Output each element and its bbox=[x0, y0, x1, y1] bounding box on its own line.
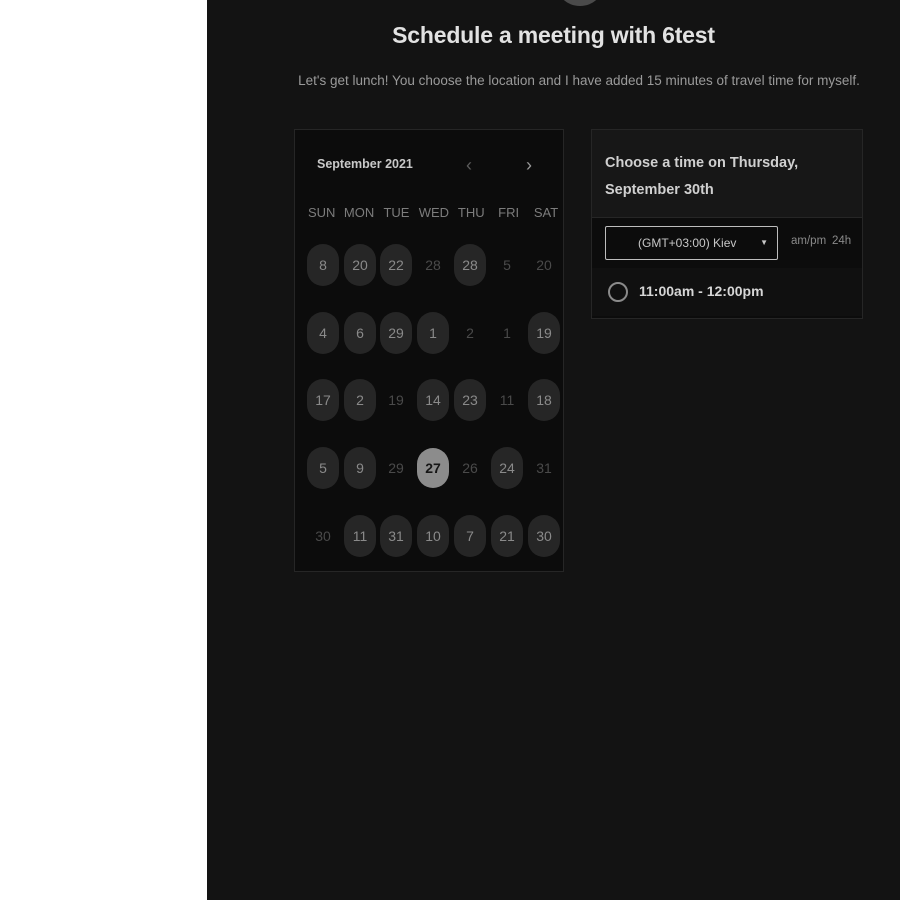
calendar-day-unavailable: 31 bbox=[536, 460, 552, 476]
calendar-day-available[interactable]: 7 bbox=[454, 515, 486, 557]
radio-circle-icon[interactable] bbox=[608, 282, 628, 302]
calendar-week-row: 8 20 22 28 28 5 20 bbox=[307, 244, 569, 286]
calendar-day-unavailable: 1 bbox=[503, 325, 511, 341]
page: Schedule a meeting with 6test Let's get … bbox=[0, 0, 900, 900]
calendar-day-available[interactable]: 22 bbox=[380, 244, 412, 286]
timezone-select[interactable]: (GMT+03:00) Kiev ▼ bbox=[605, 226, 778, 260]
avatar bbox=[555, 0, 605, 6]
calendar-day-unavailable: 11 bbox=[499, 392, 515, 408]
calendar-day-available[interactable]: 30 bbox=[528, 515, 560, 557]
calendar-day-available[interactable]: 8 bbox=[307, 244, 339, 286]
prev-month-button[interactable]: ‹ bbox=[459, 154, 479, 176]
calendar-day-available[interactable]: 23 bbox=[454, 379, 486, 421]
caret-down-icon: ▼ bbox=[760, 238, 768, 247]
calendar-day-unavailable: 30 bbox=[315, 528, 331, 544]
page-title: Schedule a meeting with 6test bbox=[392, 22, 715, 48]
weekday-sun: SUN bbox=[307, 205, 336, 220]
calendar-day-available[interactable]: 18 bbox=[528, 379, 560, 421]
calendar-day-available[interactable]: 14 bbox=[417, 379, 449, 421]
calendar-day-unavailable: 20 bbox=[536, 257, 552, 273]
weekday-sat: SAT bbox=[533, 205, 559, 220]
calendar-day-unavailable: 5 bbox=[503, 257, 511, 273]
timezone-value: (GMT+03:00) Kiev bbox=[638, 236, 737, 250]
calendar-day-available[interactable]: 9 bbox=[344, 447, 376, 489]
calendar-day-available[interactable]: 20 bbox=[344, 244, 376, 286]
calendar-day-available[interactable]: 6 bbox=[344, 312, 376, 354]
weekday-fri: FRI bbox=[498, 205, 520, 220]
weekday-thu: THU bbox=[457, 205, 485, 220]
weekday-mon: MON bbox=[343, 205, 375, 220]
blank-left-area bbox=[0, 0, 207, 900]
time-picker-card: Choose a time on Thursday, September 30t… bbox=[591, 129, 863, 319]
calendar-day-available[interactable]: 17 bbox=[307, 379, 339, 421]
event-description: Let's get lunch! You choose the location… bbox=[298, 73, 860, 88]
weekday-header: SUN MON TUE WED THU FRI SAT bbox=[303, 205, 565, 220]
calendar-month-label: September 2021 bbox=[317, 157, 413, 171]
calendar-week-row: 4 6 29 1 2 1 19 bbox=[307, 312, 569, 354]
calendar-day-available[interactable]: 1 bbox=[417, 312, 449, 354]
next-month-button[interactable]: › bbox=[519, 154, 539, 176]
calendar-day-available[interactable]: 28 bbox=[454, 244, 486, 286]
time-slot-option[interactable]: 11:00am - 12:00pm bbox=[592, 268, 862, 316]
format-24h-toggle[interactable]: 24h bbox=[832, 235, 851, 247]
time-picker-header: Choose a time on Thursday, September 30t… bbox=[592, 130, 862, 218]
calendar-day-available[interactable]: 31 bbox=[380, 515, 412, 557]
calendar-day-available[interactable]: 4 bbox=[307, 312, 339, 354]
format-ampm-toggle[interactable]: am/pm bbox=[791, 235, 826, 247]
scheduler-panel: Schedule a meeting with 6test Let's get … bbox=[207, 0, 900, 900]
calendar-day-unavailable: 29 bbox=[388, 460, 404, 476]
calendar-day-available[interactable]: 19 bbox=[528, 312, 560, 354]
calendar-day-unavailable: 2 bbox=[466, 325, 474, 341]
calendar-day-unavailable: 26 bbox=[462, 460, 478, 476]
time-slot-label: 11:00am - 12:00pm bbox=[639, 283, 764, 299]
date-picker-calendar: September 2021 ‹ › SUN MON TUE WED THU F… bbox=[294, 129, 564, 572]
calendar-day-available[interactable]: 2 bbox=[344, 379, 376, 421]
calendar-day-unavailable: 28 bbox=[425, 257, 441, 273]
calendar-day-available[interactable]: 5 bbox=[307, 447, 339, 489]
weekday-wed: WED bbox=[418, 205, 450, 220]
time-picker-heading: Choose a time on Thursday, September 30t… bbox=[605, 155, 799, 198]
calendar-day-available[interactable]: 24 bbox=[491, 447, 523, 489]
calendar-week-row: 30 11 31 10 7 21 30 bbox=[307, 515, 569, 557]
calendar-day-available[interactable]: 29 bbox=[380, 312, 412, 354]
calendar-day-unavailable: 19 bbox=[388, 392, 404, 408]
weekday-tue: TUE bbox=[383, 205, 410, 220]
calendar-week-row: 17 2 19 14 23 11 18 bbox=[307, 379, 569, 421]
calendar-week-row: 5 9 29 27 26 24 31 bbox=[307, 447, 569, 489]
calendar-day-available[interactable]: 10 bbox=[417, 515, 449, 557]
calendar-day-available[interactable]: 21 bbox=[491, 515, 523, 557]
calendar-day-available[interactable]: 11 bbox=[344, 515, 376, 557]
calendar-day-selected[interactable]: 27 bbox=[417, 448, 449, 488]
